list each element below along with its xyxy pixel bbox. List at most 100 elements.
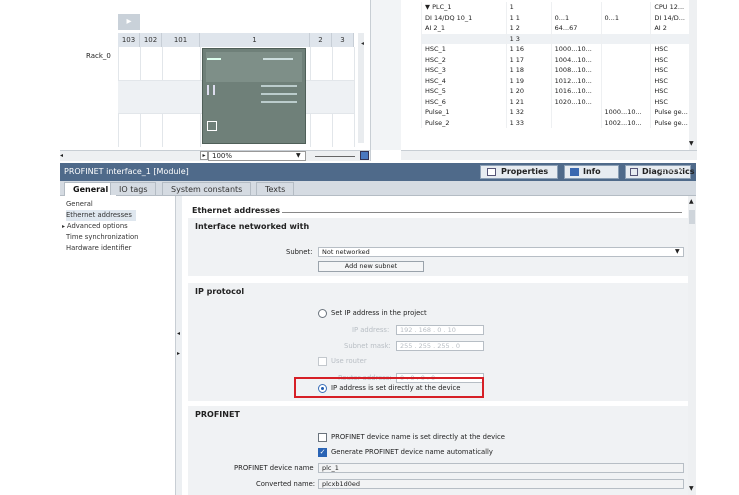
slot-header-2: 2 (310, 33, 332, 47)
table-row[interactable]: Pulse_2 1 33 1002...10... Pulse ge... (421, 117, 696, 128)
tab-io-tags[interactable]: IO tags (110, 182, 157, 195)
slot-header-101: 101 (162, 33, 200, 47)
table-cell: 1 32 (505, 107, 552, 118)
table-cell: 1 20 (505, 86, 552, 97)
table-cell: 1 19 (505, 75, 552, 86)
plc-module[interactable] (202, 48, 306, 144)
window-controls-icon[interactable]: ▭ ▭ ▾ (660, 167, 681, 175)
table-cell: 1 33 (505, 117, 552, 128)
splitter-arrow-icon[interactable]: ◂ (177, 330, 180, 337)
tab-system-constants[interactable]: System constants (162, 182, 252, 195)
table-row[interactable]: HSC_3 1 18 1008...10... HSC (421, 65, 696, 76)
diagnostics-icon (630, 168, 638, 176)
nav-hardware-identifier[interactable]: Hardware identifier (66, 243, 131, 254)
subnet-mask-field[interactable]: 255 . 255 . 255 . 0 (396, 341, 484, 351)
use-router-label: Use router (331, 357, 367, 365)
ip-address-label: IP address: (352, 326, 390, 334)
ip-address-field[interactable]: 192 . 168 . 0 . 10 (396, 325, 484, 335)
use-router-checkbox[interactable] (318, 357, 327, 366)
device-table-hscroll[interactable] (401, 150, 697, 160)
table-row[interactable]: ▼ PLC_1 1 CPU 12... (421, 2, 696, 13)
table-row[interactable]: HSC_1 1 16 1000...10... HSC (421, 44, 696, 55)
info-tab[interactable]: Info (564, 165, 619, 179)
auto-name-checkbox[interactable]: ✓ (318, 448, 327, 457)
auto-name-label: Generate PROFINET device name automatica… (331, 448, 493, 456)
device-name-field[interactable]: plc_1 (318, 463, 684, 473)
subnet-dropdown-icon[interactable]: ▼ (675, 248, 680, 255)
subnet-label: Subnet: (286, 248, 313, 256)
table-cell: 1 1 (505, 12, 552, 23)
properties-label: Properties (501, 167, 549, 176)
rack-expand-arrow[interactable]: ▸ (118, 14, 140, 30)
table-row[interactable]: Pulse_1 1 32 1000...10... Pulse ge... (421, 107, 696, 118)
table-cell: DI 14/DQ 10_1 (421, 12, 507, 23)
scroll-right-icon[interactable]: ▸ (200, 151, 208, 160)
rack-label: Rack_0 (86, 52, 111, 60)
inspector-titlebar: PROFINET interface_1 [Module] Properties… (60, 163, 696, 181)
collapse-arrow-icon[interactable]: ◂ (361, 40, 364, 47)
nav-advanced-options[interactable]: ▸ Advanced options (62, 221, 128, 232)
table-cell (600, 2, 651, 13)
scroll-left-icon[interactable]: ◂ (60, 152, 69, 160)
table-cell (550, 33, 601, 44)
zoom-select[interactable]: 100% (208, 151, 306, 161)
table-cell: 64...67 (550, 23, 601, 34)
table-cell: Pulse_2 (421, 117, 507, 128)
subnet-select[interactable]: Not networked (318, 247, 684, 257)
table-cell (600, 65, 651, 76)
table-cell: 1000...10... (600, 107, 651, 118)
subnet-mask-label: Subnet mask: (344, 342, 391, 350)
ip-set-directly-label: IP address is set directly at the device (331, 384, 461, 392)
table-cell (550, 117, 601, 128)
set-ip-in-project-radio[interactable] (318, 309, 327, 318)
ethernet-title: Ethernet addresses (192, 206, 281, 215)
nav-general[interactable]: General (66, 199, 93, 210)
scroll-down-icon[interactable]: ▼ (689, 140, 694, 147)
table-cell (600, 33, 651, 44)
table-cell: 0...1 (550, 12, 601, 23)
splitter-arrow-icon-2[interactable]: ▸ (177, 350, 180, 357)
table-cell: 1016...10... (550, 86, 601, 97)
zoom-dropdown-icon[interactable]: ▼ (296, 152, 301, 159)
scroll-down-icon-2[interactable]: ▼ (689, 485, 694, 492)
table-row[interactable]: HSC_2 1 17 1004...10... HSC (421, 54, 696, 65)
properties-tab[interactable]: Properties (480, 165, 558, 179)
table-cell: Pulse_1 (421, 107, 507, 118)
name-direct-checkbox[interactable] (318, 433, 327, 442)
table-row[interactable]: DI 14/DQ 10_1 1 1 0...1 0...1 DI 14/D... (421, 12, 696, 23)
ip-set-directly-radio[interactable] (318, 384, 327, 393)
profinet-title: PROFINET (195, 410, 240, 419)
overview-icon[interactable] (360, 151, 369, 160)
table-row[interactable]: 1 3 (421, 33, 696, 44)
table-cell: 1 18 (505, 65, 552, 76)
nav-ethernet-addresses[interactable]: Ethernet addresses (66, 210, 136, 221)
table-cell (600, 86, 651, 97)
nav-time-synchronization[interactable]: Time synchronization (66, 232, 138, 243)
content-vscroll[interactable] (688, 196, 696, 495)
slot-header-103: 103 (118, 33, 140, 47)
table-row[interactable]: AI 2_1 1 2 64...67 AI 2 (421, 23, 696, 34)
table-cell: 1 21 (505, 96, 552, 107)
table-cell: 1020...10... (550, 96, 601, 107)
ip-title: IP protocol (195, 287, 245, 296)
table-cell (600, 96, 651, 107)
table-row[interactable]: HSC_4 1 19 1012...10... HSC (421, 75, 696, 86)
table-cell (550, 2, 601, 13)
table-row[interactable]: HSC_5 1 20 1016...10... HSC (421, 86, 696, 97)
table-cell: HSC_3 (421, 65, 507, 76)
table-cell (600, 44, 651, 55)
inspector-title: PROFINET interface_1 [Module] (64, 167, 189, 176)
tab-texts[interactable]: Texts (256, 182, 295, 195)
name-direct-label: PROFINET device name is set directly at … (331, 433, 505, 441)
device-table-vscroll[interactable] (689, 0, 697, 150)
zoom-slider[interactable] (315, 156, 355, 157)
scroll-thumb[interactable] (689, 210, 695, 224)
info-icon (570, 168, 579, 176)
table-cell (550, 107, 601, 118)
device-table: ▼ PLC_1 1 CPU 12... DI 14/DQ 10_1 1 1 0...1 0.… (421, 2, 696, 128)
add-subnet-button[interactable]: Add new subnet (318, 261, 424, 272)
converted-name-field[interactable]: plcxb1d0ed (318, 479, 684, 489)
table-cell: 1012...10... (550, 75, 601, 86)
table-row[interactable]: HSC_6 1 21 1020...10... HSC (421, 96, 696, 107)
scroll-up-icon[interactable]: ▲ (689, 198, 694, 205)
